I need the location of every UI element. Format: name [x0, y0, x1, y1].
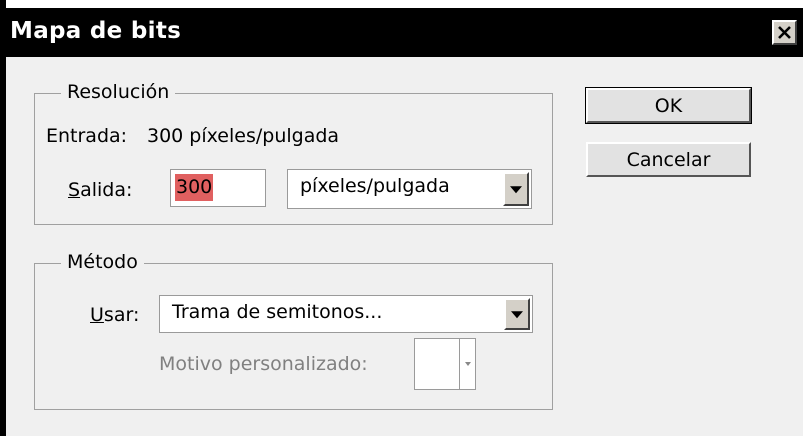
window-title: Mapa de bits [10, 18, 182, 44]
resolution-legend: Resolución [61, 81, 176, 103]
use-label: Usar: [90, 304, 140, 326]
output-resolution-input[interactable]: 300 [170, 169, 266, 207]
ok-button[interactable]: OK [585, 87, 752, 124]
cancel-button[interactable]: Cancelar [586, 142, 751, 177]
method-select[interactable]: Trama de semitonos... [159, 295, 533, 333]
title-bar[interactable]: Mapa de bits [6, 8, 803, 57]
output-resolution-label: Salida: [68, 179, 133, 201]
pattern-divider [459, 339, 460, 389]
custom-pattern-label: Motivo personalizado: [159, 353, 368, 375]
close-button[interactable] [772, 20, 797, 45]
method-value: Trama de semitonos... [172, 301, 383, 323]
output-resolution-value: 300 [175, 174, 214, 201]
chevron-down-icon [510, 186, 522, 194]
custom-pattern-picker[interactable] [414, 338, 476, 390]
input-resolution-label: Entrada: [46, 125, 128, 147]
method-legend: Método [61, 251, 144, 273]
output-unit-select[interactable]: píxeles/pulgada [287, 169, 532, 209]
method-dropdown-button[interactable] [504, 298, 530, 330]
output-unit-dropdown-button[interactable] [503, 172, 529, 206]
bitmap-dialog: Mapa de bits Resolución Entrada: 300 píx… [0, 0, 803, 436]
input-resolution-value: 300 píxeles/pulgada [147, 125, 340, 147]
close-icon [778, 26, 791, 39]
chevron-down-icon [465, 362, 471, 366]
dialog-body: Resolución Entrada: 300 píxeles/pulgada … [6, 57, 803, 436]
chevron-down-icon [511, 311, 523, 319]
output-unit-value: píxeles/pulgada [300, 175, 450, 197]
